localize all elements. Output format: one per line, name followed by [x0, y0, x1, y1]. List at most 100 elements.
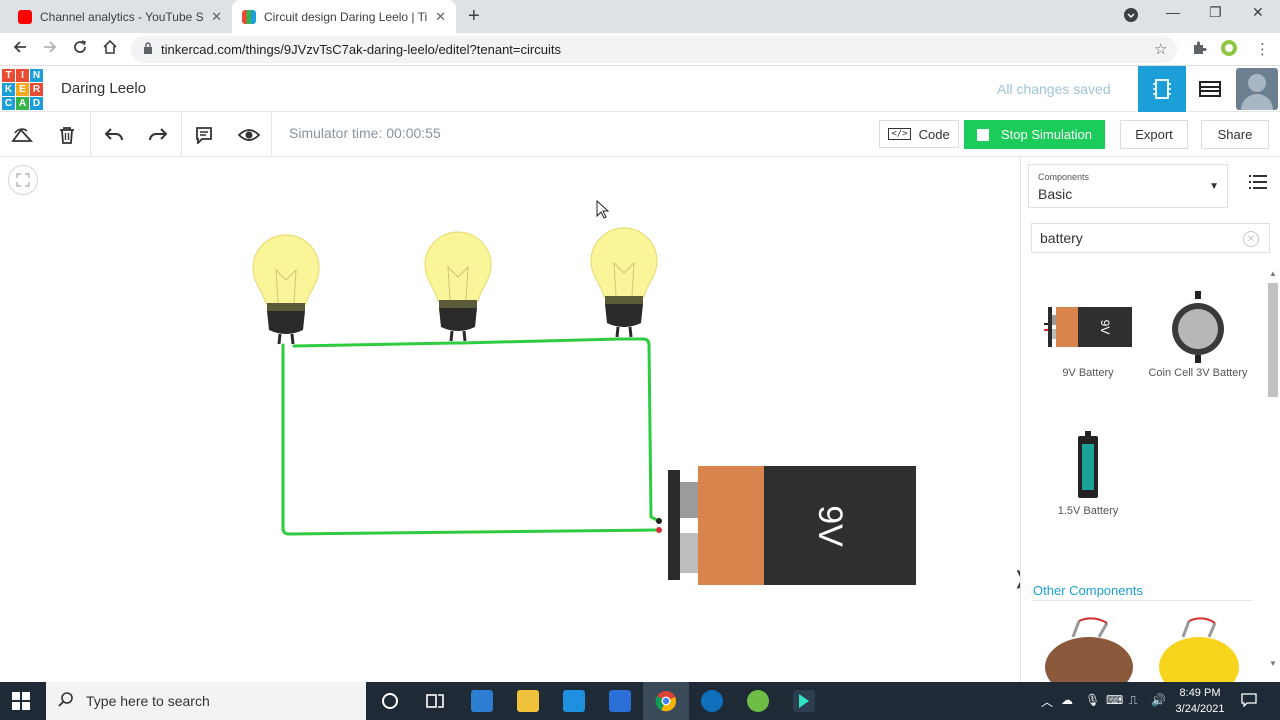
tinkercad-icon: [242, 9, 256, 24]
circuit-chip-icon: [1153, 79, 1171, 99]
code-button[interactable]: </> Code: [879, 120, 959, 148]
stop-simulation-label: Stop Simulation: [1000, 127, 1093, 142]
onedrive-icon[interactable]: ☁: [1061, 693, 1073, 707]
tab-search-icon[interactable]: [1124, 8, 1138, 25]
component-coin-cell-battery[interactable]: Coin Cell 3V Battery: [1143, 287, 1253, 379]
url-input[interactable]: tinkercad.com/things/9JVzvTsC7ak-daring-…: [131, 36, 1177, 63]
clock-time: 8:49 PM: [1179, 687, 1221, 699]
notes-icon[interactable]: [191, 122, 217, 148]
undo-icon[interactable]: [101, 122, 127, 148]
schematic-view-button[interactable]: [1186, 66, 1234, 112]
visibility-icon[interactable]: [236, 122, 262, 148]
logo-letter: I: [16, 69, 29, 82]
back-icon[interactable]: [12, 39, 28, 60]
component-sensor-yellow[interactable]: [1157, 617, 1241, 682]
notification-center-icon[interactable]: [1241, 693, 1257, 710]
other-components-heading[interactable]: Other Components: [1033, 583, 1143, 598]
home-icon[interactable]: [102, 39, 118, 60]
light-bulb[interactable]: [424, 231, 492, 342]
input-method-icon[interactable]: ⌨: [1106, 693, 1123, 707]
tray-chevron-icon[interactable]: ︿: [1041, 693, 1053, 710]
design-title[interactable]: Daring Leelo: [61, 80, 146, 97]
nine-volt-battery-thumbnail: 9V: [1033, 287, 1143, 367]
logo-letter: A: [16, 97, 29, 110]
export-button[interactable]: Export: [1120, 120, 1188, 149]
volume-icon[interactable]: 🔊: [1151, 693, 1166, 707]
components-dropdown[interactable]: Components Basic ▼: [1028, 164, 1228, 208]
wps-writer-icon[interactable]: [609, 690, 631, 712]
logo-letter: T: [2, 69, 15, 82]
taskbar-clock[interactable]: 8:49 PM 3/24/2021: [1172, 685, 1228, 717]
file-explorer-icon[interactable]: [517, 690, 539, 712]
chrome-icon: [655, 691, 676, 712]
utorrent-icon[interactable]: [747, 690, 769, 712]
task-view-icon[interactable]: [424, 690, 446, 712]
component-list-icon: [1199, 81, 1221, 97]
forward-icon[interactable]: [42, 39, 58, 60]
circuit-canvas[interactable]: 9V ❭: [0, 157, 1028, 682]
list-view-icon[interactable]: [1249, 175, 1267, 194]
search-icon: [58, 691, 74, 711]
tab-close-icon[interactable]: ✕: [211, 9, 222, 25]
mail-icon[interactable]: [563, 690, 585, 712]
editor-toolbar: Simulator time: 00:00:55 </> Code Stop S…: [0, 112, 1280, 157]
component-label: 1.5V Battery: [1057, 505, 1119, 517]
taskbar-search-box[interactable]: Type here to search: [46, 682, 366, 720]
rotate-icon[interactable]: [9, 122, 35, 148]
minimize-button[interactable]: —: [1166, 4, 1180, 20]
clock-date: 3/24/2021: [1175, 703, 1225, 715]
aa-battery-thumbnail: [1033, 425, 1143, 505]
url-text: tinkercad.com/things/9JVzvTsC7ak-daring-…: [161, 42, 561, 57]
new-tab-button[interactable]: +: [468, 5, 480, 28]
microphone-icon[interactable]: 🎙: [1085, 693, 1100, 707]
clear-search-icon[interactable]: ✕: [1243, 231, 1259, 247]
nine-volt-battery[interactable]: 9V: [656, 466, 916, 585]
components-caption: Components: [1038, 172, 1090, 182]
light-bulb[interactable]: [252, 234, 320, 345]
bookmark-star-icon[interactable]: ☆: [1154, 40, 1167, 58]
divider: [1033, 600, 1253, 601]
light-bulb[interactable]: [590, 227, 658, 338]
stop-icon: [976, 128, 989, 141]
teamviewer-icon[interactable]: [701, 690, 723, 712]
filmora-icon[interactable]: [793, 690, 815, 712]
lock-icon: [143, 42, 153, 57]
logo-letter: D: [30, 97, 43, 110]
component-1-5v-battery[interactable]: 1.5V Battery: [1033, 425, 1143, 517]
components-panel: Components Basic ▼ ✕ 9V 9V Battery: [1020, 157, 1280, 682]
scroll-down-icon[interactable]: ▼: [1269, 659, 1277, 668]
circuit-view-button[interactable]: [1138, 66, 1186, 112]
cortana-icon[interactable]: [379, 690, 401, 712]
windows-start-icon[interactable]: [12, 692, 30, 710]
scroll-thumb[interactable]: [1268, 283, 1278, 397]
component-sensor-brown[interactable]: [1043, 617, 1135, 682]
wires: [281, 337, 661, 536]
browser-menu-icon[interactable]: ⋮: [1255, 40, 1270, 58]
maximize-button[interactable]: ❐: [1209, 4, 1222, 21]
stop-simulation-button[interactable]: Stop Simulation: [964, 120, 1105, 149]
tab-tinkercad[interactable]: Circuit design Daring Leelo | Tinkercad …: [232, 0, 456, 33]
logo-letter: E: [16, 83, 29, 96]
component-search-input[interactable]: [1031, 223, 1270, 253]
address-bar-row: tinkercad.com/things/9JVzvTsC7ak-daring-…: [0, 33, 1280, 66]
network-icon[interactable]: ⎍: [1129, 693, 1137, 708]
component-9v-battery[interactable]: 9V 9V Battery: [1033, 287, 1143, 379]
user-avatar[interactable]: [1236, 68, 1278, 110]
panel-scrollbar[interactable]: ▲ ▼: [1268, 269, 1278, 669]
share-button[interactable]: Share: [1201, 120, 1269, 149]
store-icon[interactable]: [471, 690, 493, 712]
reload-icon[interactable]: [72, 39, 88, 60]
close-window-button[interactable]: ✕: [1252, 4, 1264, 21]
chrome-taskbar-active[interactable]: [643, 682, 689, 720]
redo-icon[interactable]: [145, 122, 171, 148]
extensions-icon[interactable]: [1192, 40, 1207, 59]
trash-icon[interactable]: [54, 122, 80, 148]
tinkercad-logo[interactable]: T I N K E R C A D: [2, 69, 43, 110]
logo-letter: N: [30, 69, 43, 82]
save-status-text: All changes saved: [997, 81, 1111, 97]
scroll-up-icon[interactable]: ▲: [1269, 269, 1277, 278]
extension-green-icon[interactable]: [1220, 39, 1238, 61]
tab-youtube-analytics[interactable]: Channel analytics - YouTube Studio ✕: [8, 0, 232, 33]
tab-close-icon[interactable]: ✕: [435, 9, 446, 25]
windows-taskbar: Type here to search ︿ ☁ 🎙 ⌨ ⎍ 🔊 8:49 PM …: [0, 682, 1280, 720]
